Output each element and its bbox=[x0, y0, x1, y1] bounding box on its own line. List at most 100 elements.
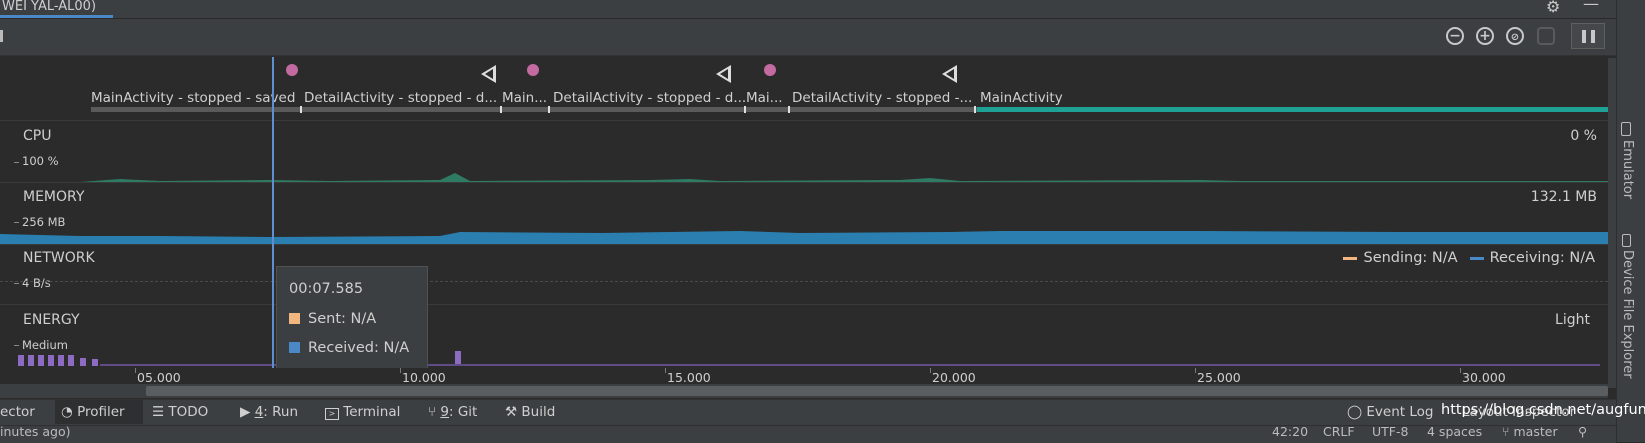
terminal-icon: > bbox=[325, 408, 339, 420]
axis-tick bbox=[665, 368, 666, 373]
axis-tick bbox=[930, 368, 931, 373]
terminal-tab-label: Terminal bbox=[343, 404, 401, 420]
run-tab[interactable]: ▶ 4: Run bbox=[240, 404, 298, 420]
inspector-tab[interactable]: ector bbox=[0, 404, 35, 420]
axis-label: 10.000 bbox=[402, 370, 446, 385]
cpu-title[interactable]: CPU bbox=[23, 128, 51, 144]
axis-tick bbox=[135, 368, 136, 373]
energy-title[interactable]: ENERGY bbox=[23, 312, 80, 328]
event-log-tab-label: Event Log bbox=[1366, 404, 1434, 420]
back-button-event-icon[interactable] bbox=[942, 65, 957, 83]
memory-graph[interactable] bbox=[0, 226, 1608, 244]
run-tab-label: : Run bbox=[263, 404, 299, 420]
cpu-graph[interactable] bbox=[0, 160, 1608, 182]
energy-bar bbox=[48, 355, 54, 366]
touch-event-marker[interactable] bbox=[764, 64, 776, 76]
hammer-icon: ⚒ bbox=[505, 404, 518, 420]
back-button-event-icon[interactable] bbox=[716, 65, 731, 83]
pause-icon bbox=[1582, 30, 1586, 43]
git-branch[interactable]: ⑂ master bbox=[1502, 424, 1558, 439]
row-divider bbox=[0, 120, 1608, 121]
play-icon: ▶ bbox=[240, 404, 251, 420]
activity-label[interactable]: DetailActivity - stopped -... bbox=[792, 90, 972, 106]
axis-label: 15.000 bbox=[667, 370, 711, 385]
axis-label: 30.000 bbox=[1462, 370, 1506, 385]
axis-tick bbox=[1195, 368, 1196, 373]
touch-event-marker[interactable] bbox=[286, 64, 298, 76]
profiler-toolbar bbox=[0, 19, 1616, 56]
git-tab-number: 9 bbox=[440, 404, 449, 420]
top-tab-bar bbox=[0, 0, 1616, 19]
file-encoding[interactable]: UTF-8 bbox=[1372, 424, 1408, 439]
git-tab[interactable]: ⑂ 9: Git bbox=[428, 404, 477, 420]
activity-label[interactable]: MainActivity bbox=[980, 90, 1063, 106]
activity-label[interactable]: Main... bbox=[502, 90, 547, 106]
scale-tick bbox=[14, 345, 19, 346]
terminal-tab[interactable]: > Terminal bbox=[325, 404, 400, 420]
energy-bar bbox=[92, 359, 98, 366]
zoom-in-button[interactable]: + bbox=[1476, 27, 1494, 45]
gear-icon[interactable]: ⚙ bbox=[1546, 0, 1560, 16]
profiler-tab[interactable]: ◔ Profiler bbox=[61, 404, 125, 420]
sent-swatch bbox=[289, 313, 300, 324]
axis-tick bbox=[1460, 368, 1461, 373]
axis-label: 25.000 bbox=[1197, 370, 1241, 385]
touch-event-marker[interactable] bbox=[527, 64, 539, 76]
status-message[interactable]: inutes ago) bbox=[0, 424, 71, 439]
scale-tick bbox=[14, 283, 19, 284]
activity-label[interactable]: DetailActivity - stopped - d... bbox=[304, 90, 497, 106]
row-divider bbox=[0, 182, 1608, 183]
energy-bar bbox=[80, 358, 86, 366]
activity-label[interactable]: MainActivity - stopped - saved bbox=[91, 90, 295, 106]
activity-boundary bbox=[744, 106, 746, 113]
device-file-explorer-tab[interactable]: Device File Explorer bbox=[1620, 250, 1635, 379]
zoom-out-button[interactable]: − bbox=[1446, 27, 1464, 45]
activity-label[interactable]: Mai... bbox=[746, 90, 783, 106]
activity-boundary bbox=[788, 106, 790, 113]
network-title[interactable]: NETWORK bbox=[23, 250, 95, 266]
reset-zoom-button[interactable]: ⊘ bbox=[1506, 27, 1524, 45]
vertical-scrollbar[interactable] bbox=[1608, 58, 1616, 388]
todo-tab[interactable]: ☰ TODO bbox=[152, 404, 208, 420]
cursor-position[interactable]: 42:20 bbox=[1272, 424, 1308, 439]
device-selector-tab[interactable]: WEI YAL-AL00) bbox=[0, 0, 102, 16]
tooltip-time: 00:07.585 bbox=[289, 281, 364, 297]
memory-title[interactable]: MEMORY bbox=[23, 189, 84, 205]
git-tab-label: : Git bbox=[449, 404, 478, 420]
build-tab-label: Build bbox=[521, 404, 556, 420]
energy-bar bbox=[18, 355, 24, 366]
activity-lifecycle-bar bbox=[91, 107, 977, 112]
git-branch-label: master bbox=[1513, 424, 1558, 439]
indent-setting[interactable]: 4 spaces bbox=[1427, 424, 1482, 439]
pause-icon-bar bbox=[1591, 30, 1595, 43]
energy-graph[interactable] bbox=[0, 350, 1608, 366]
minimize-icon[interactable]: — bbox=[1583, 0, 1599, 13]
timeline-cursor[interactable] bbox=[272, 57, 274, 368]
back-to-sessions-icon[interactable] bbox=[0, 30, 3, 42]
memory-value: 132.1 MB bbox=[1530, 189, 1597, 205]
energy-value: Light bbox=[1555, 312, 1590, 328]
jump-to-live-button[interactable] bbox=[1537, 27, 1555, 45]
branch-icon: ⑂ bbox=[1502, 424, 1510, 439]
activity-boundary bbox=[300, 106, 302, 113]
sending-swatch bbox=[1343, 256, 1358, 260]
energy-bar bbox=[28, 355, 34, 366]
energy-bar bbox=[58, 355, 64, 366]
back-button-event-icon[interactable] bbox=[481, 65, 496, 83]
emulator-icon bbox=[1621, 122, 1631, 136]
row-divider bbox=[0, 244, 1608, 245]
timeline-scrollbar-thumb[interactable] bbox=[146, 386, 1608, 396]
axis-label: 20.000 bbox=[932, 370, 976, 385]
activity-label[interactable]: DetailActivity - stopped - d... bbox=[553, 90, 746, 106]
network-scale-label: 4 B/s bbox=[22, 276, 51, 290]
tooltip-sent: Sent: N/A bbox=[308, 311, 377, 327]
emulator-tab[interactable]: Emulator bbox=[1620, 140, 1635, 199]
cpu-value: 0 % bbox=[1570, 128, 1597, 144]
event-log-tab[interactable]: ◯ Event Log bbox=[1347, 404, 1433, 420]
build-tab[interactable]: ⚒ Build bbox=[505, 404, 555, 420]
line-separator[interactable]: CRLF bbox=[1323, 424, 1355, 439]
lock-icon[interactable]: ⚲ bbox=[1578, 424, 1587, 439]
pause-button[interactable] bbox=[1571, 23, 1605, 49]
energy-bar bbox=[38, 355, 44, 366]
axis-label: 05.000 bbox=[137, 370, 181, 385]
